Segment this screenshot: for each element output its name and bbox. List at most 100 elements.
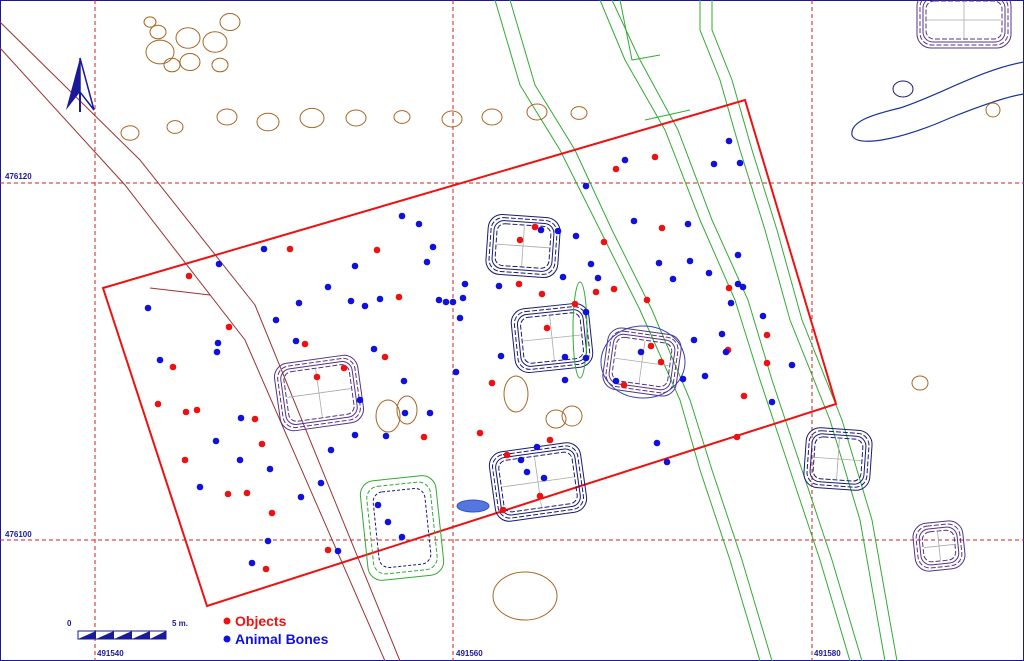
object-point (600, 238, 608, 246)
pit-round (985, 102, 1001, 118)
animal-bone-point (260, 245, 268, 253)
animal-bone-point (236, 456, 244, 464)
animal-bone-point (156, 356, 164, 364)
pit-cluster (149, 24, 167, 40)
animal-bone-point (734, 251, 742, 259)
pit-round (892, 80, 914, 98)
animal-bone-point (297, 493, 305, 501)
animal-bone-point (559, 273, 567, 281)
object-point (381, 353, 389, 361)
animal-bone-point (686, 257, 694, 265)
road-lines (0, 21, 401, 661)
posthole (299, 107, 325, 129)
object-point (169, 363, 177, 371)
animal-bone-point (679, 375, 687, 383)
object-point (531, 223, 539, 231)
posthole (393, 110, 411, 124)
animal-bone-point (561, 353, 569, 361)
animal-bone-point (347, 297, 355, 305)
posthole (481, 108, 503, 126)
object-point (499, 506, 507, 514)
animal-bone-point (248, 559, 256, 567)
animal-bone-point (736, 159, 744, 167)
pit-cluster (145, 39, 175, 65)
river-channels (494, 0, 898, 661)
object-point (185, 272, 193, 280)
animal-bone-point (370, 345, 378, 353)
animal-bone-point (759, 312, 767, 320)
object-point (476, 429, 484, 437)
object-point (488, 379, 496, 387)
animal-bone-point (272, 316, 280, 324)
animal-bone-point (710, 160, 718, 168)
scale-end-label: 5 m. (172, 619, 188, 628)
animal-bone-point (523, 468, 531, 476)
object-point (620, 381, 628, 389)
animal-bone-point (374, 501, 382, 509)
pit-square-grid (815, 439, 861, 479)
grid-label-y-upper: 476120 (5, 172, 32, 181)
animal-bone-point (334, 547, 342, 555)
animal-bone-point (655, 259, 663, 267)
animal-bone-point (701, 372, 709, 380)
animal-bone-point (237, 414, 245, 422)
animal-bone-point (637, 348, 645, 356)
pit-cluster (202, 31, 228, 53)
animal-bone-point (582, 182, 590, 190)
pit-cluster (179, 53, 201, 71)
animal-bone-point (449, 298, 457, 306)
legend-animal-bones-label: Animal Bones (235, 631, 329, 647)
animal-bone-point (415, 220, 423, 228)
object-point (373, 246, 381, 254)
animal-bone-point (400, 377, 408, 385)
pit-square-grid (287, 369, 351, 417)
animal-bone-point (572, 232, 580, 240)
object-point (301, 340, 309, 348)
animal-bone-point (727, 299, 735, 307)
object-point (262, 565, 270, 573)
object-point (733, 433, 741, 441)
object-point (420, 433, 428, 441)
scale-start-label: 0 (67, 619, 72, 628)
pit-cluster (163, 57, 181, 73)
posthole (120, 125, 140, 141)
pit-round (375, 399, 401, 433)
posthole (570, 106, 588, 120)
object-point (181, 456, 189, 464)
animal-bone-point (327, 446, 335, 454)
animal-bone-point (582, 308, 590, 316)
grid-label-x-right: 491580 (814, 649, 841, 658)
object-point (651, 153, 659, 161)
animal-bone-point (788, 361, 796, 369)
legend: Objects Animal Bones (223, 613, 329, 647)
grid-label-y-lower: 476100 (5, 530, 32, 539)
object-point (324, 546, 332, 554)
animal-bone-point (594, 274, 602, 282)
pit-cluster (175, 27, 201, 49)
pit-square-grid (502, 457, 574, 507)
object-point (763, 359, 771, 367)
animal-bone-point (587, 260, 595, 268)
animal-bone-point (144, 304, 152, 312)
pit-round (492, 571, 558, 621)
animal-bone-point (630, 217, 638, 225)
animal-bone-point (621, 156, 629, 164)
animal-bone-point (382, 432, 390, 440)
animal-bone-point (324, 283, 332, 291)
pit-round (911, 375, 929, 391)
animal-bone-point (653, 439, 661, 447)
animal-bone-point (356, 396, 364, 404)
animal-bone-point (398, 533, 406, 541)
object-point (182, 408, 190, 416)
animal-bone-point (398, 212, 406, 220)
animal-bone-point (497, 352, 505, 360)
posthole (256, 112, 280, 132)
object-point (154, 400, 162, 408)
animal-bone-point (533, 443, 541, 451)
grid-label-x-mid: 491560 (456, 649, 483, 658)
animal-bone-point (351, 431, 359, 439)
object-point (658, 224, 666, 232)
animal-bone-point (292, 337, 300, 345)
object-point (657, 358, 665, 366)
animal-bone-point (722, 348, 730, 356)
